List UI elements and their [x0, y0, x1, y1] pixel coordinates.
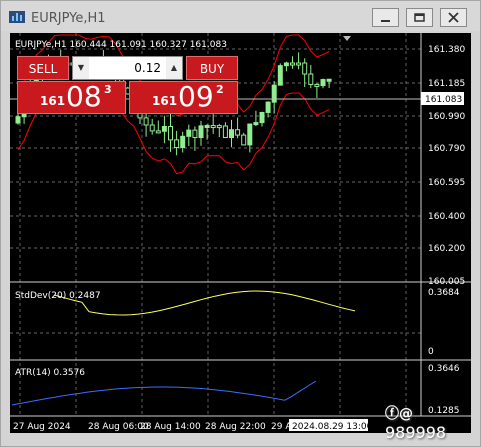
- candle-body: [155, 130, 161, 134]
- sell-button[interactable]: SELL: [17, 56, 69, 80]
- candle-body: [277, 65, 283, 86]
- window-title: EURJPYe,H1: [31, 11, 106, 26]
- chart-window: EURJPYe,H1 EURJPYe,H1 160.444 161.091 16…: [0, 0, 481, 447]
- symbol-info: EURJPYe,H1 160.444 161.091 160.327 161.0…: [15, 40, 227, 50]
- lot-decrease-arrow[interactable]: ▼: [73, 57, 89, 79]
- candle-body: [235, 129, 241, 136]
- candle-body: [271, 84, 277, 103]
- minimize-icon: [381, 20, 390, 22]
- candle-body: [302, 62, 308, 75]
- price-label: 161.185: [428, 79, 465, 89]
- restore-icon: [414, 13, 425, 22]
- ask-pipette: 2: [216, 83, 224, 96]
- lot-increase-arrow[interactable]: ▲: [166, 57, 182, 79]
- candle-body: [283, 62, 289, 67]
- close-button[interactable]: [440, 8, 467, 27]
- candle-body: [320, 79, 326, 87]
- close-icon: [448, 12, 459, 23]
- candle-body: [192, 129, 198, 138]
- time-label: 28 Aug 14:00: [140, 422, 201, 432]
- candle-body: [290, 62, 295, 66]
- candle-body: [259, 111, 265, 124]
- time-label: 27 Aug 2024: [13, 422, 71, 432]
- buy-button[interactable]: BUY: [186, 56, 238, 80]
- price-label: 160.990: [428, 112, 465, 122]
- bid-quote-button[interactable]: 161 08 3: [17, 80, 126, 114]
- stddev-min-label: 0: [428, 347, 434, 357]
- one-click-trading-panel: SELL ▼ 0.12 ▲ BUY 161 08 3 161 09 2: [17, 56, 238, 114]
- stddev-label: StdDev(20) 0.2487: [15, 291, 101, 301]
- ask-prefix: 161: [152, 94, 178, 108]
- minimize-button[interactable]: [372, 8, 399, 27]
- candle-body: [265, 101, 271, 113]
- candle-body: [296, 62, 302, 66]
- candle-body: [210, 125, 216, 129]
- price-label: 160.790: [428, 144, 465, 154]
- candle-body: [308, 73, 314, 85]
- atr-label: ATR(14) 0.3576: [15, 368, 85, 378]
- watermark: ⓕ@ 989998: [385, 403, 475, 442]
- lot-size-value[interactable]: 0.12: [91, 57, 161, 79]
- candle-body: [180, 135, 186, 149]
- current-price-label: 161.083: [425, 95, 462, 105]
- candle-body: [186, 129, 192, 137]
- time-label: 28 Aug 22:00: [205, 422, 266, 432]
- candle-body: [198, 125, 204, 138]
- candle-body: [15, 116, 21, 124]
- bid-big-digits: 08: [66, 80, 102, 113]
- price-label: 160.005: [428, 277, 465, 287]
- atr-line: [11, 380, 317, 406]
- title-bar[interactable]: EURJPYe,H1: [1, 1, 480, 31]
- price-label: 160.400: [428, 212, 465, 222]
- price-label: 160.595: [428, 178, 465, 188]
- watermark-logo-icon: ⓕ@: [385, 406, 413, 422]
- candle-body: [168, 125, 173, 141]
- ask-quote-button[interactable]: 161 09 2: [129, 80, 238, 114]
- price-label: 161.380: [428, 45, 465, 55]
- candle-body: [161, 125, 167, 132]
- crosshair-time-label: 2024.08.29 13:00: [292, 422, 373, 432]
- atr-max-label: 0.3646: [428, 364, 460, 374]
- candle-body: [174, 139, 180, 149]
- lot-size-field[interactable]: ▼ 0.12 ▲: [72, 56, 183, 80]
- price-label: 160.200: [428, 244, 465, 254]
- chart-shift-marker[interactable]: [343, 36, 351, 41]
- candle-body: [314, 83, 320, 87]
- bid-prefix: 161: [40, 94, 66, 108]
- candle-body: [247, 123, 253, 146]
- candle-body: [229, 129, 234, 139]
- candle-body: [216, 125, 222, 129]
- candle-body: [241, 134, 247, 146]
- candle-body: [204, 125, 210, 129]
- candle-body: [326, 78, 332, 82]
- stddev-max-label: 0.3684: [428, 288, 460, 298]
- candle-body: [143, 117, 149, 126]
- bid-pipette: 3: [104, 83, 112, 96]
- candle-body: [149, 124, 155, 132]
- chart-icon: [9, 11, 25, 23]
- watermark-text: 989998: [385, 423, 447, 442]
- candle-body: [222, 125, 228, 139]
- restore-button[interactable]: [406, 8, 433, 27]
- candle-body: [253, 122, 259, 126]
- ask-big-digits: 09: [178, 80, 214, 113]
